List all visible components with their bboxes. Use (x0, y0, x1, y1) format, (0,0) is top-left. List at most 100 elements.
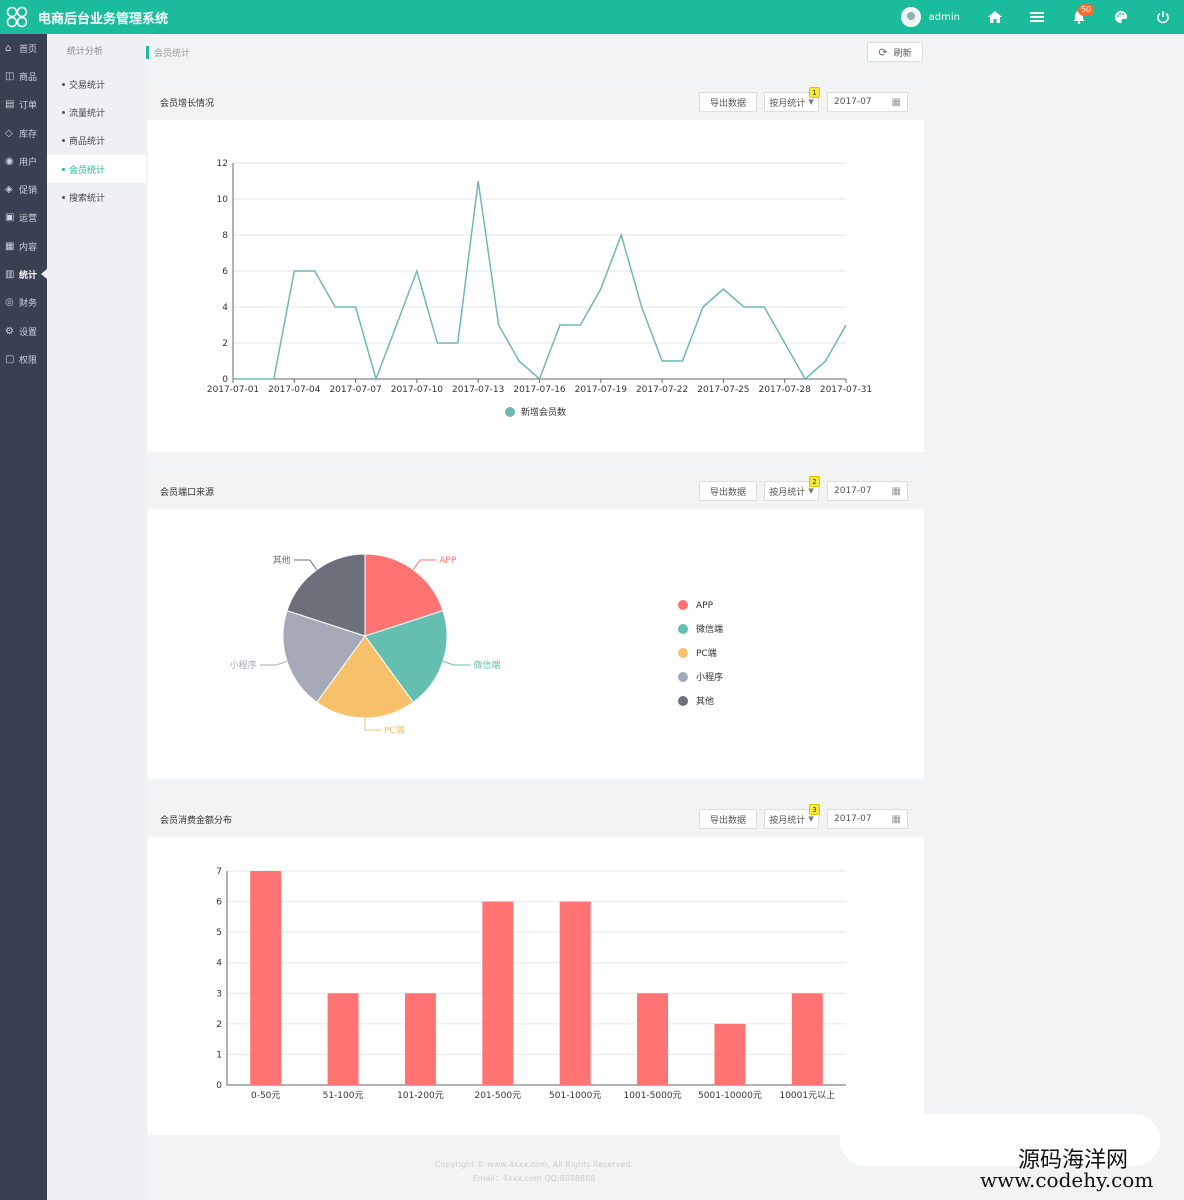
x-tick-label: 2017-07-10 (391, 385, 444, 395)
bar-chart: 0 1 2 3 4 5 6 7 0-50元 51-100元 101-200元 201-500元 501-… (216, 867, 846, 1101)
period-select-value: 按月统计 (769, 98, 806, 109)
sidebar-item[interactable]: ▢ 权限 (0, 345, 47, 373)
period-select[interactable]: 按月统计 ▼ 2 (764, 476, 820, 501)
sidebar-item[interactable]: ⌂ 首页 (0, 34, 47, 62)
sidebar-item[interactable]: ▤ 订单 (0, 91, 47, 119)
x-tick-label: 2017-07-22 (636, 385, 688, 395)
annotation-badge: 1 (809, 87, 820, 98)
sidebar-item-label: 运营 (19, 214, 38, 225)
bar (404, 993, 436, 1085)
footer: Copyright © www.4xxx.com, All Rights Res… (146, 1158, 922, 1186)
bell-icon[interactable]: 50 (1058, 0, 1100, 34)
y-tick-label: 1 (216, 1050, 222, 1060)
calendar-icon: ▦ (891, 96, 901, 108)
sidebar-item[interactable]: ◫ 商品 (0, 62, 47, 90)
sidebar: ⌂ 首页 ◫ 商品 ▤ 订单 ◇ 库存 ◉ 用户 ◈ 促销 ▣ 运营 ▦ 内容 ▥ 统计 ◎ 财务 ⚙ 设置 ▢ 权限 (0, 34, 47, 1200)
subnav-item-label: 流量统计 (69, 108, 106, 119)
user-icon: ◉ (5, 155, 14, 167)
x-tick-label: 2017-07-04 (268, 385, 321, 395)
date-picker[interactable]: 2017-07 ▦ (827, 92, 908, 112)
export-button[interactable]: 导出数据 (699, 809, 757, 829)
sidebar-item[interactable]: ▥ 统计 (0, 260, 47, 288)
x-tick-label: 501-1000元 (549, 1091, 601, 1101)
app-title: 电商后台业务管理系统 (38, 11, 169, 27)
period-select[interactable]: 按月统计 ▼ 1 (764, 87, 820, 112)
sidebar-item-label: 商品 (19, 72, 38, 83)
legend-label: APP (696, 601, 714, 611)
sidebar-item[interactable]: ◇ 库存 (0, 119, 47, 147)
bullet-icon (62, 139, 65, 143)
legend-label: 微信端 (696, 623, 723, 635)
breadcrumb: 会员统计 ⟳ 刷新 (146, 34, 1184, 70)
sidebar-item[interactable]: ◉ 用户 (0, 147, 47, 175)
subnav-item[interactable]: 商品统计 (47, 127, 146, 155)
line-chart: 0 2 4 6 8 10 12 2017-07-01 2017-07-04 2017-07-07 2… (207, 159, 872, 418)
subnav-item-label: 交易统计 (69, 80, 106, 91)
caret-down-icon: ▼ (808, 98, 814, 106)
sidebar-item[interactable]: ◈ 促销 (0, 175, 47, 203)
x-tick-label: 201-500元 (475, 1091, 522, 1101)
sidebar-item-label: 订单 (19, 101, 38, 112)
avatar (900, 7, 921, 27)
panel-title: 会员增长情况 (160, 98, 215, 109)
date-value: 2017-07 (834, 486, 872, 496)
legend-marker (678, 696, 688, 706)
export-button[interactable]: 导出数据 (699, 481, 757, 501)
refresh-button[interactable]: ⟳ 刷新 (867, 42, 923, 62)
y-tick-label: 8 (222, 231, 228, 241)
footer-copyright: Copyright © www.4xxx.com, All Rights Res… (435, 1160, 633, 1169)
y-tick-label: 3 (216, 989, 222, 999)
subnav-item[interactable]: 搜索统计 (47, 183, 146, 211)
user-menu[interactable]: admin (900, 7, 960, 27)
x-tick-label: 2017-07-13 (452, 385, 504, 395)
pie-label-line (293, 559, 318, 570)
subnav-item[interactable]: 会员统计 (47, 154, 146, 184)
export-button[interactable]: 导出数据 (699, 92, 757, 112)
x-tick-label: 101-200元 (397, 1091, 444, 1101)
palette-icon[interactable] (1100, 0, 1142, 34)
home-icon[interactable] (974, 0, 1016, 34)
legend-marker (505, 407, 515, 417)
y-tick-label: 7 (216, 867, 222, 877)
sidebar-item-label: 设置 (19, 327, 38, 338)
legend-marker (678, 624, 688, 634)
panel-header: 会员端口来源 导出数据 按月统计 ▼ 2 2017-07 ▦ (148, 473, 924, 509)
menu-icon[interactable] (1016, 0, 1058, 34)
y-tick-label: 4 (216, 959, 222, 969)
subnav-item-label: 搜索统计 (69, 193, 106, 204)
order-icon: ▤ (5, 99, 15, 111)
sidebar-item[interactable]: ⚙ 设置 (0, 317, 47, 345)
sidebar-item[interactable]: ▣ 运营 (0, 204, 47, 232)
pie-label: 小程序 (230, 659, 257, 671)
caret-down-icon: ▼ (808, 815, 814, 823)
period-select[interactable]: 按月统计 ▼ 3 (764, 804, 820, 829)
subnav-item[interactable]: 交易统计 (47, 70, 146, 98)
date-value: 2017-07 (834, 97, 872, 107)
period-select-value: 按月统计 (769, 815, 806, 826)
power-icon[interactable] (1142, 0, 1184, 34)
date-picker[interactable]: 2017-07 ▦ (827, 809, 908, 829)
panel-title: 会员消费金额分布 (160, 815, 233, 826)
sidebar-item-label: 权限 (19, 355, 38, 366)
x-tick-label: 2017-07-01 (207, 385, 259, 395)
calendar-icon: ▦ (891, 813, 901, 825)
sidebar-item-label: 库存 (19, 129, 38, 140)
sidebar-item-label: 统计 (19, 271, 38, 282)
y-tick-label: 6 (222, 267, 228, 277)
x-tick-label: 0-50元 (251, 1091, 280, 1101)
bullet-icon (62, 167, 65, 171)
legend-label: 小程序 (696, 671, 723, 683)
stock-icon: ◇ (5, 127, 13, 139)
annotation-badge: 2 (809, 476, 820, 487)
operate-icon: ▣ (5, 212, 15, 224)
sidebar-item[interactable]: ▦ 内容 (0, 232, 47, 260)
date-picker[interactable]: 2017-07 ▦ (827, 481, 908, 501)
subnav-item[interactable]: 流量统计 (47, 98, 146, 126)
y-tick-label: 10 (217, 195, 229, 205)
sidebar-item[interactable]: ◎ 财务 (0, 289, 47, 317)
settings-icon: ⚙ (5, 325, 14, 337)
member-growth-panel: 会员增长情况 导出数据 按月统计 ▼ 1 2017-07 ▦ 0 2 4 6 8 10 12 20… (148, 84, 924, 452)
annotation-badge: 3 (809, 804, 820, 815)
sidebar-item-label: 促销 (19, 186, 38, 197)
refresh-icon: ⟳ (878, 45, 888, 59)
